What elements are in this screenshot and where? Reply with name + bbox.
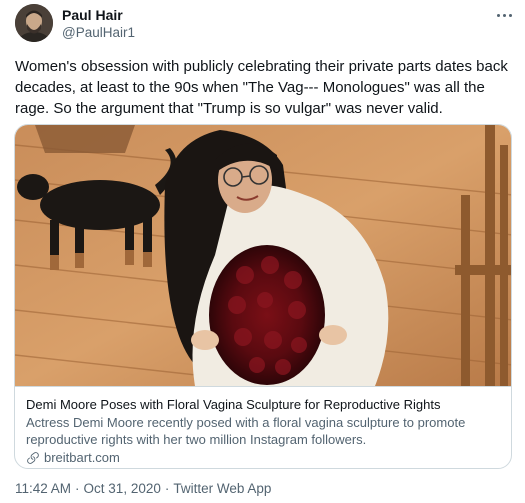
card-domain-row: breitbart.com (26, 450, 502, 465)
dot (508, 13, 512, 17)
separator: · (164, 481, 170, 496)
avatar-image (15, 4, 53, 42)
tweet-text: Women's obsession with publicly celebrat… (15, 58, 508, 117)
dot (502, 13, 506, 17)
author-name[interactable]: Paul Hair (62, 7, 123, 23)
link-icon (27, 451, 39, 464)
card-image (15, 125, 511, 386)
tweet-metadata: 11:42 AM · Oct 31, 2020 · Twitter Web Ap… (15, 481, 271, 496)
card-description: Actress Demi Moore recently posed with a… (26, 415, 466, 447)
tweet-date[interactable]: Oct 31, 2020 (84, 481, 161, 496)
link-card[interactable]: Demi Moore Poses with Floral Vagina Scul… (14, 124, 512, 469)
tweet-time[interactable]: 11:42 AM (15, 481, 71, 496)
tweet-source[interactable]: Twitter Web App (173, 481, 271, 496)
card-title[interactable]: Demi Moore Poses with Floral Vagina Scul… (26, 396, 502, 413)
separator: · (75, 481, 80, 496)
avatar[interactable] (15, 4, 53, 42)
author-handle[interactable]: @PaulHair1 (62, 25, 135, 40)
card-meta[interactable]: Demi Moore Poses with Floral Vagina Scul… (15, 386, 511, 468)
dot (496, 13, 500, 17)
card-domain[interactable]: breitbart.com (44, 450, 120, 465)
more-horizontal-icon[interactable] (494, 9, 514, 21)
